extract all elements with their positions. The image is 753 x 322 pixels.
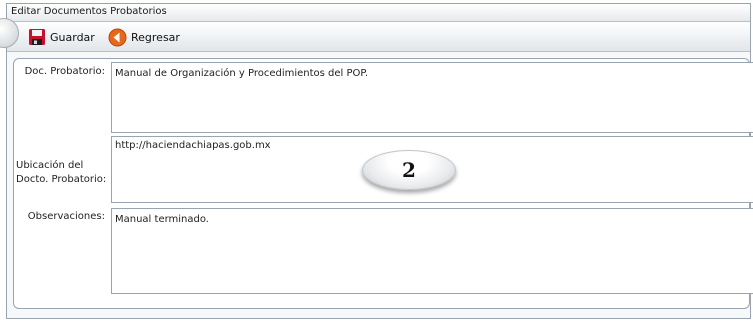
toolbar: Guardar Regresar — [7, 22, 750, 52]
window-title: Editar Documentos Probatorios — [11, 6, 167, 17]
save-button[interactable]: Guardar — [28, 27, 95, 47]
observaciones-label: Observaciones: — [27, 211, 105, 222]
doc-probatorio-label: Doc. Probatorio: — [24, 66, 105, 77]
doc-probatorio-field[interactable]: Manual de Organización y Procedimientos … — [111, 62, 753, 133]
back-arrow-icon — [108, 28, 127, 47]
edit-documents-window: Editar Documentos Probatorios Guardar Re… — [0, 3, 753, 319]
back-button-label: Regresar — [131, 30, 180, 44]
back-button[interactable]: Regresar — [108, 27, 180, 47]
callout-number-badge: 2 — [362, 150, 456, 190]
ubicacion-label-text: Ubicación del Docto. Probatorio: — [16, 160, 107, 185]
window-titlebar: Editar Documentos Probatorios — [7, 4, 750, 22]
floppy-disk-icon — [28, 28, 46, 46]
save-button-label: Guardar — [50, 30, 95, 44]
observaciones-field[interactable]: Manual terminado. — [111, 208, 753, 294]
ubicacion-label: Ubicación del Docto. Probatorio: — [16, 159, 116, 187]
